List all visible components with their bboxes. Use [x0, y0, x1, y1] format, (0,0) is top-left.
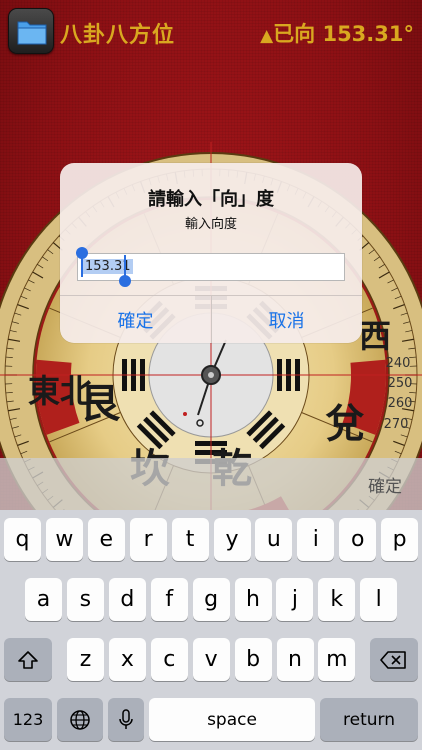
shift-icon	[18, 650, 38, 669]
key-r[interactable]: r	[129, 518, 167, 561]
key-s[interactable]: s	[66, 578, 104, 621]
key-v[interactable]: v	[192, 638, 230, 681]
key-h[interactable]: h	[234, 578, 272, 621]
selection-handle-end-bar	[124, 255, 126, 277]
key-j[interactable]: j	[276, 578, 314, 621]
shift-key[interactable]	[4, 638, 52, 681]
key-f[interactable]: f	[150, 578, 188, 621]
key-x[interactable]: x	[108, 638, 146, 681]
key-n[interactable]: n	[276, 638, 314, 681]
key-i[interactable]: i	[297, 518, 335, 561]
key-e[interactable]: e	[87, 518, 125, 561]
space-key[interactable]: space	[149, 698, 315, 741]
return-key[interactable]: return	[320, 698, 418, 741]
microphone-icon	[119, 708, 133, 729]
key-p[interactable]: p	[381, 518, 419, 561]
selection-handle-end[interactable]	[119, 275, 131, 287]
key-y[interactable]: y	[213, 518, 251, 561]
alert-message: 輸入向度	[184, 217, 237, 232]
key-k[interactable]: k	[318, 578, 356, 621]
key-l[interactable]: l	[360, 578, 398, 621]
keyboard: qwertyuiop asdfghjkl zxcvbnm 123 space r…	[0, 510, 422, 750]
alert-title: 請輸入「向」度	[148, 189, 274, 210]
key-b[interactable]: b	[234, 638, 272, 681]
key-q[interactable]: q	[4, 518, 41, 561]
globe-key[interactable]	[57, 698, 103, 741]
key-m[interactable]: m	[318, 638, 356, 681]
dictation-key[interactable]	[108, 698, 144, 741]
key-z[interactable]: z	[67, 638, 104, 681]
delete-icon	[380, 650, 406, 669]
input-alert-dialog: 請輸入「向」度 輸入向度 153.31 確定 取消	[60, 163, 362, 343]
cancel-button[interactable]: 取消	[211, 296, 362, 343]
globe-icon	[70, 709, 90, 730]
key-a[interactable]: a	[25, 578, 62, 621]
confirm-button[interactable]: 確定	[60, 296, 211, 343]
key-u[interactable]: u	[255, 518, 293, 561]
key-t[interactable]: t	[171, 518, 209, 561]
selection-handle-start[interactable]	[76, 247, 88, 259]
key-w[interactable]: w	[45, 518, 83, 561]
heading-input-field[interactable]: 153.31	[77, 253, 345, 281]
key-g[interactable]: g	[192, 578, 230, 621]
key-o[interactable]: o	[339, 518, 377, 561]
key-c[interactable]: c	[150, 638, 188, 681]
key-d[interactable]: d	[108, 578, 146, 621]
delete-key[interactable]	[370, 638, 418, 681]
numbers-key[interactable]: 123	[4, 698, 52, 741]
